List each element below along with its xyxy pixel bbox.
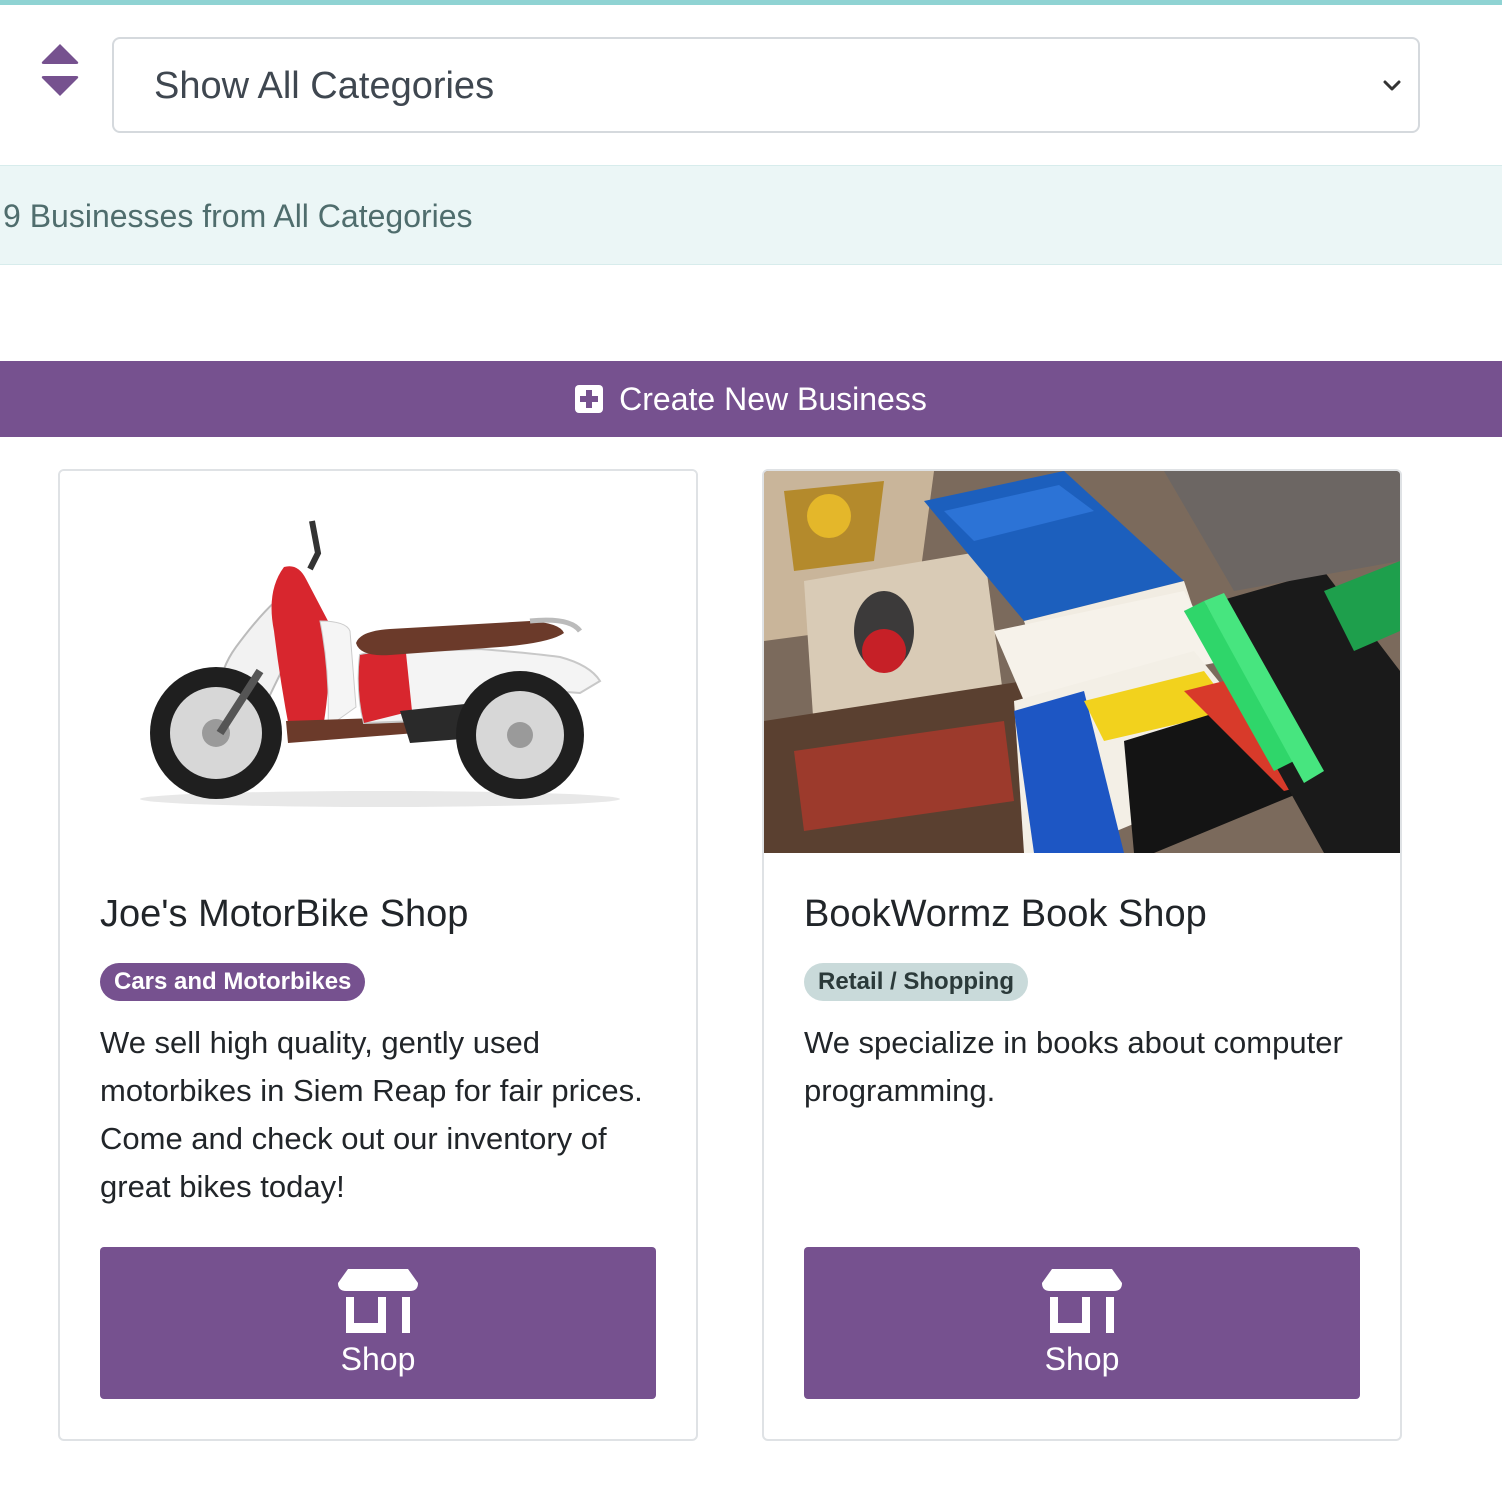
business-card: Joe's MotorBike Shop Cars and Motorbikes… xyxy=(58,469,698,1441)
design-books-image xyxy=(764,471,1400,853)
category-badge: Retail / Shopping xyxy=(804,963,1028,1001)
create-new-business-label: Create New Business xyxy=(619,380,927,417)
results-summary-bar: 9 Businesses from All Categories xyxy=(0,165,1502,265)
business-name: Joe's MotorBike Shop xyxy=(100,893,469,935)
business-description: We specialize in books about computer pr… xyxy=(804,1025,1343,1108)
plus-square-icon xyxy=(575,385,604,413)
category-select-value: Show All Categories xyxy=(154,65,495,107)
motor-scooter-image xyxy=(60,471,696,853)
store-icon xyxy=(1042,1269,1122,1333)
business-description: We sell high quality, gently used motorb… xyxy=(100,1025,643,1204)
store-icon xyxy=(338,1269,418,1333)
chevron-down-icon xyxy=(1383,80,1401,91)
business-card: BookWormz Book Shop Retail / Shopping We… xyxy=(762,469,1402,1441)
category-select[interactable]: Show All Categories xyxy=(112,37,1420,133)
shop-button-label: Shop xyxy=(1044,1341,1120,1377)
results-summary: 9 Businesses from All Categories xyxy=(3,198,473,234)
shop-button-label: Shop xyxy=(340,1341,416,1377)
sort-icon[interactable] xyxy=(38,42,82,98)
create-new-business-button[interactable]: Create New Business xyxy=(0,361,1502,437)
shop-button[interactable]: Shop xyxy=(100,1247,656,1399)
top-accent-bar xyxy=(0,0,1502,5)
shop-button[interactable]: Shop xyxy=(804,1247,1360,1399)
category-badge: Cars and Motorbikes xyxy=(100,963,366,1001)
business-name: BookWormz Book Shop xyxy=(804,893,1207,935)
